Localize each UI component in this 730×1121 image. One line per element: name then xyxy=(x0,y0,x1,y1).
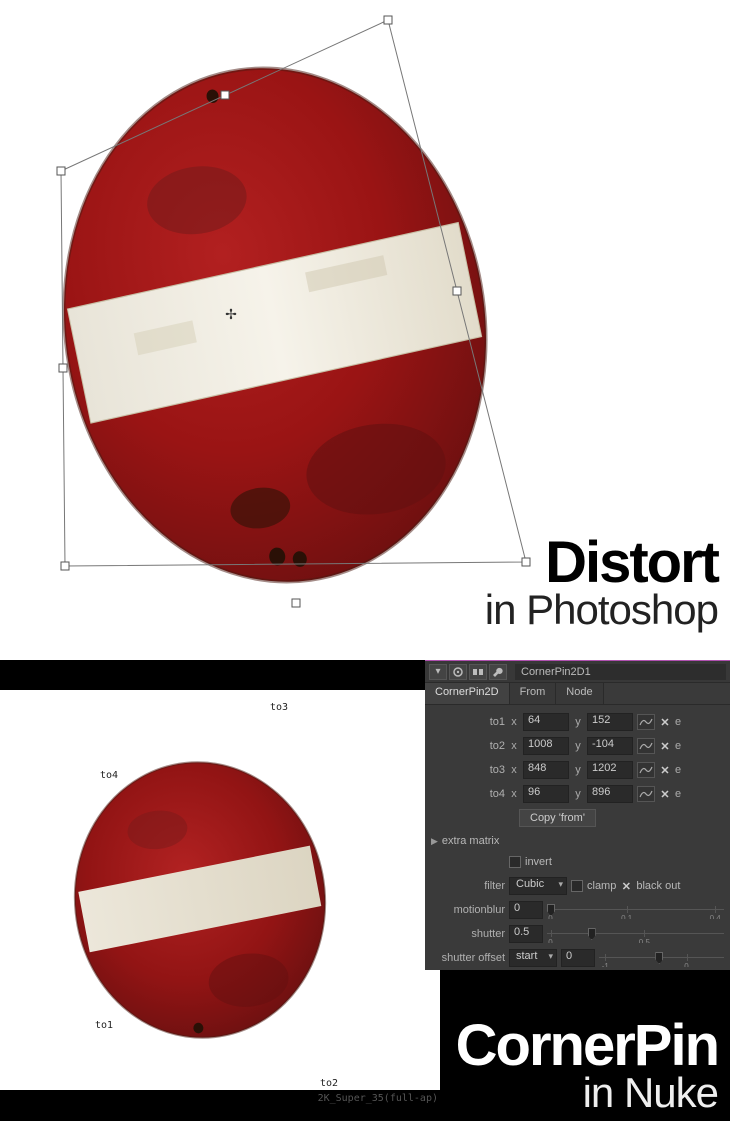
to1-y-input[interactable]: 152 xyxy=(587,713,633,731)
motionblur-input[interactable]: 0 xyxy=(509,901,543,919)
row-to3: to3 x 848 y 1202 ✕ e xyxy=(431,759,724,781)
wrench-icon[interactable] xyxy=(489,664,507,680)
node-tabs: CornerPin2D From Node xyxy=(425,683,730,705)
node-graph-icon[interactable] xyxy=(469,664,487,680)
to4-y-input[interactable]: 896 xyxy=(587,785,633,803)
nuke-panel: to3 to4 to1 to2 2K_Super_35(full-ap) ▾ C… xyxy=(0,660,730,1121)
label-to4: to4 xyxy=(431,788,505,800)
tab-cornerpin2d[interactable]: CornerPin2D xyxy=(425,683,510,704)
motionblur-slider[interactable]: 0 0.1 0.4 xyxy=(547,901,724,919)
label-to2: to2 xyxy=(431,740,505,752)
extra-matrix-section[interactable]: ▶ extra matrix xyxy=(431,831,724,851)
nuke-viewer[interactable]: to3 to4 to1 to2 2K_Super_35(full-ap) xyxy=(0,690,440,1090)
row-to2: to2 x 1008 y -104 ✕ e xyxy=(431,735,724,757)
shutter-input[interactable]: 0.5 xyxy=(509,925,543,943)
distort-handle-bottom-mid[interactable] xyxy=(292,599,301,608)
viewer-marker-to4[interactable]: to4 xyxy=(100,770,118,781)
nuke-caption: CornerPin in Nuke xyxy=(456,1018,718,1113)
black-outside-label: black out xyxy=(636,880,680,892)
copy-from-button[interactable]: Copy 'from' xyxy=(519,809,596,827)
clamp-checkbox[interactable] xyxy=(571,880,583,892)
shutter-offset-label: shutter offset xyxy=(431,952,505,964)
center-node-button[interactable] xyxy=(449,664,467,680)
filter-label: filter xyxy=(431,880,505,892)
to2-x-input[interactable]: 1008 xyxy=(523,737,569,755)
distort-handle-left-mid[interactable] xyxy=(59,364,68,373)
viewer-marker-to1[interactable]: to1 xyxy=(95,1020,113,1031)
enable-e[interactable]: e xyxy=(675,788,685,800)
viewer-format-label: 2K_Super_35(full-ap) xyxy=(318,1093,438,1104)
to2-y-input[interactable]: -104 xyxy=(587,737,633,755)
to4-x-input[interactable]: 96 xyxy=(523,785,569,803)
label-to1: to1 xyxy=(431,716,505,728)
photoshop-caption-bold: Distort xyxy=(485,535,718,590)
shutter-offset-select[interactable]: start xyxy=(509,949,557,967)
to3-x-input[interactable]: 848 xyxy=(523,761,569,779)
shutter-offset-slider[interactable]: -1 0 xyxy=(599,949,724,967)
distort-center-icon[interactable]: ✢ xyxy=(224,307,238,321)
anim-curve-icon[interactable] xyxy=(637,714,655,730)
row-to1: to1 x 64 y 152 ✕ e xyxy=(431,711,724,733)
row-to4: to4 x 96 y 896 ✕ e xyxy=(431,783,724,805)
close-x-icon[interactable]: ✕ xyxy=(659,764,671,777)
close-x-icon[interactable]: ✕ xyxy=(659,788,671,801)
enable-e[interactable]: e xyxy=(675,716,685,728)
shutter-slider[interactable]: 0 0.5 xyxy=(547,925,724,943)
label-to3: to3 xyxy=(431,764,505,776)
motionblur-label: motionblur xyxy=(431,904,505,916)
photoshop-caption-light: in Photoshop xyxy=(485,590,718,630)
distort-handle-top-left[interactable] xyxy=(57,167,66,176)
close-x-icon[interactable]: ✕ xyxy=(659,716,671,729)
invert-label: invert xyxy=(525,856,552,868)
extra-matrix-label: extra matrix xyxy=(442,835,499,847)
nuke-caption-bold: CornerPin xyxy=(456,1018,718,1073)
anim-curve-icon[interactable] xyxy=(637,762,655,778)
anim-curve-icon[interactable] xyxy=(637,738,655,754)
distort-handle-top-right[interactable] xyxy=(384,16,393,25)
disclosure-triangle-icon: ▶ xyxy=(431,836,438,847)
close-x-icon[interactable]: ✕ xyxy=(659,740,671,753)
viewer-marker-to2[interactable]: to2 xyxy=(320,1078,338,1089)
black-outside-checkbox[interactable]: ✕ xyxy=(620,880,632,893)
y-label: y xyxy=(573,716,583,728)
viewer-marker-to3[interactable]: to3 xyxy=(270,702,288,713)
shutter-label: shutter xyxy=(431,928,505,940)
photoshop-panel: ✢ Distort in Photoshop xyxy=(0,0,730,660)
node-name-field[interactable]: CornerPin2D1 xyxy=(515,664,726,680)
shutter-offset-input[interactable]: 0 xyxy=(561,949,595,967)
tab-node[interactable]: Node xyxy=(556,683,603,704)
x-label: x xyxy=(509,716,519,728)
sign-image-nuke xyxy=(60,760,340,1040)
nuke-properties-panel: ▾ CornerPin2D1 CornerPin2D From Node to1… xyxy=(425,660,730,970)
enable-e[interactable]: e xyxy=(675,740,685,752)
anim-curve-icon[interactable] xyxy=(637,786,655,802)
invert-checkbox[interactable] xyxy=(509,856,521,868)
distort-handle-top-mid[interactable] xyxy=(221,91,230,100)
clamp-label: clamp xyxy=(587,880,616,892)
photoshop-caption: Distort in Photoshop xyxy=(485,535,718,630)
nuke-caption-light: in Nuke xyxy=(456,1073,718,1113)
tab-from[interactable]: From xyxy=(510,683,557,704)
to3-y-input[interactable]: 1202 xyxy=(587,761,633,779)
enable-e[interactable]: e xyxy=(675,764,685,776)
distort-handle-bottom-left[interactable] xyxy=(61,562,70,571)
node-header: ▾ CornerPin2D1 xyxy=(425,661,730,683)
collapse-button[interactable]: ▾ xyxy=(429,664,447,680)
to1-x-input[interactable]: 64 xyxy=(523,713,569,731)
filter-select[interactable]: Cubic xyxy=(509,877,567,895)
distort-handle-right-mid[interactable] xyxy=(453,287,462,296)
